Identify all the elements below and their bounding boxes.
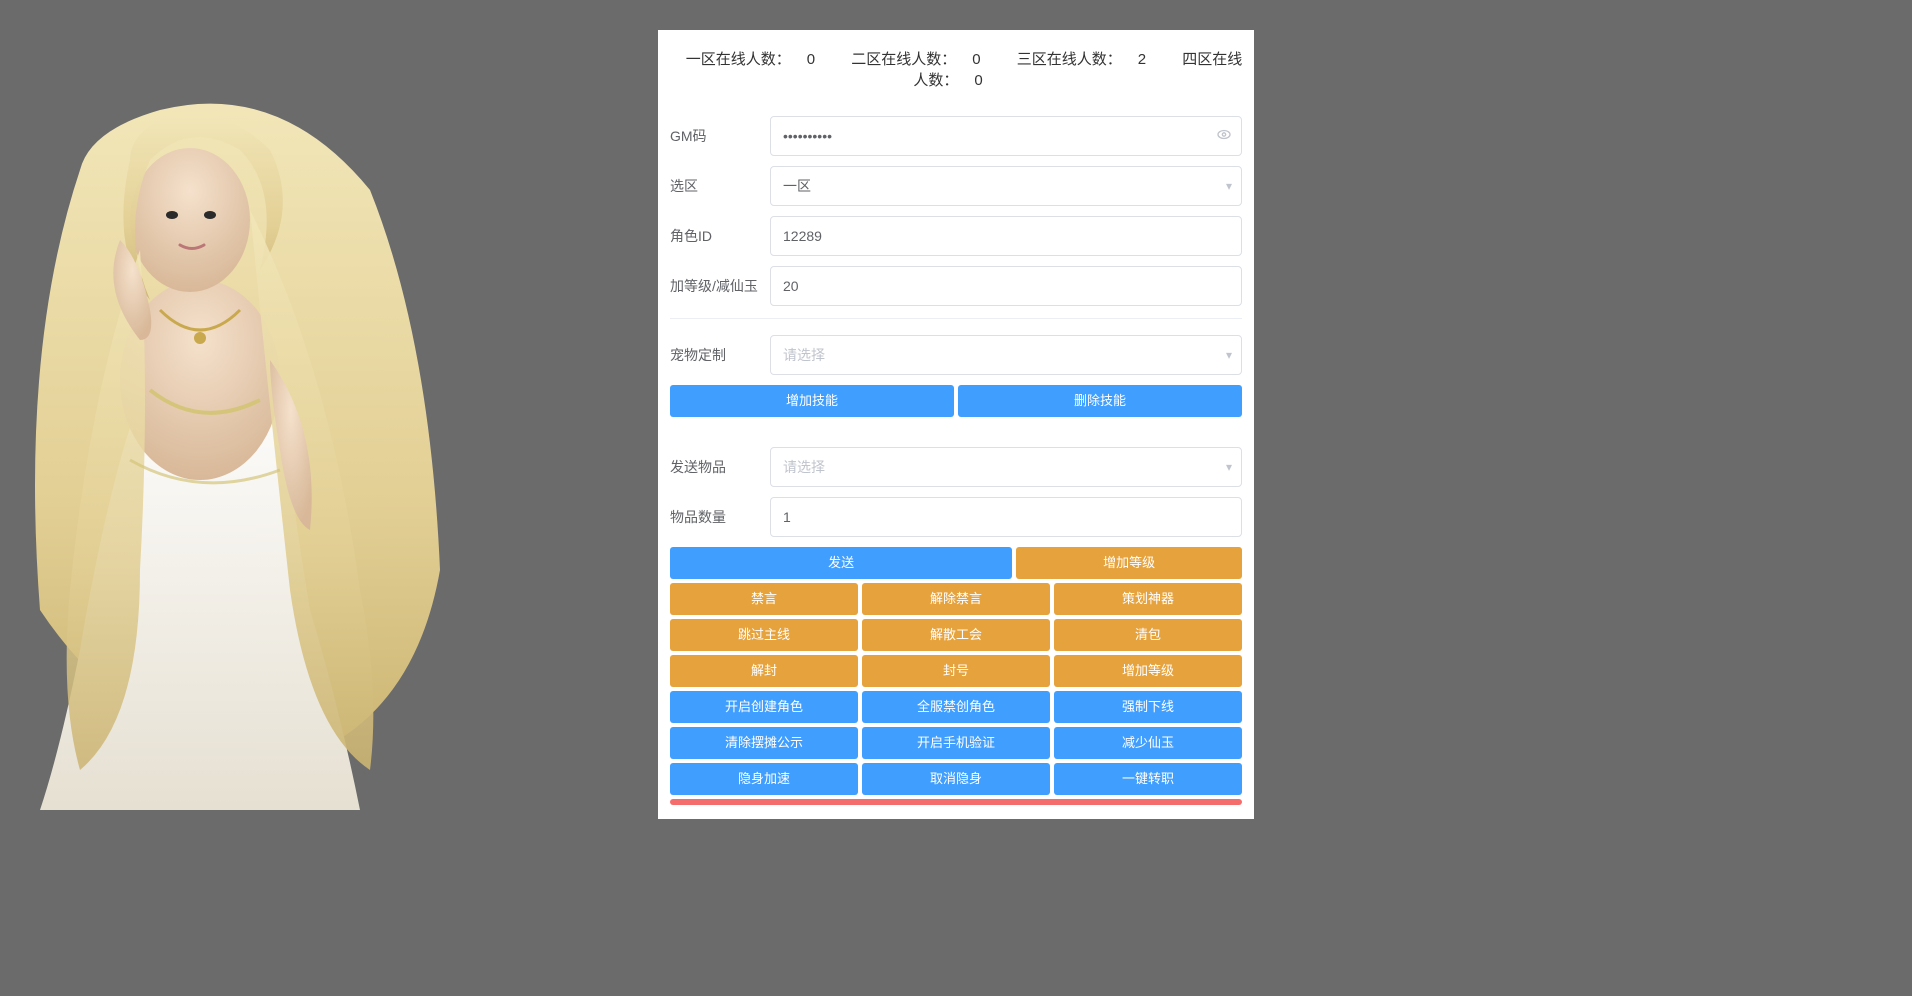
item-select[interactable]: 请选择 xyxy=(770,447,1242,487)
gm-code-label: GM码 xyxy=(670,126,770,146)
send-item-label: 发送物品 xyxy=(670,457,770,477)
role-id-input[interactable] xyxy=(770,216,1242,256)
ban-button[interactable]: 封号 xyxy=(862,655,1050,687)
clear-stall-button[interactable]: 清除摆摊公示 xyxy=(670,727,858,759)
open-phone-button[interactable]: 开启手机验证 xyxy=(862,727,1050,759)
divider xyxy=(670,318,1242,319)
add-level2-button[interactable]: 增加等级 xyxy=(1054,655,1242,687)
item-qty-label: 物品数量 xyxy=(670,507,770,527)
clear-bag-button[interactable]: 清包 xyxy=(1054,619,1242,651)
item-qty-input[interactable] xyxy=(770,497,1242,537)
forbid-create-button[interactable]: 全服禁创角色 xyxy=(862,691,1050,723)
disband-guild-button[interactable]: 解散工会 xyxy=(862,619,1050,651)
danger-button[interactable] xyxy=(670,799,1242,805)
open-create-button[interactable]: 开启创建角色 xyxy=(670,691,858,723)
mute-button[interactable]: 禁言 xyxy=(670,583,858,615)
zone3-status: 三区在线人数：2 xyxy=(1009,51,1154,68)
admin-panel: 一区在线人数：0 二区在线人数：0 三区在线人数：2 四区在线人数：0 GM码 … xyxy=(658,30,1254,819)
delete-skill-button[interactable]: 删除技能 xyxy=(958,385,1242,417)
force-offline-button[interactable]: 强制下线 xyxy=(1054,691,1242,723)
unban-button[interactable]: 解封 xyxy=(670,655,858,687)
zone-label: 选区 xyxy=(670,176,770,196)
eye-icon[interactable] xyxy=(1216,127,1232,146)
role-id-label: 角色ID xyxy=(670,226,770,246)
cancel-stealth-button[interactable]: 取消隐身 xyxy=(862,763,1050,795)
level-input[interactable] xyxy=(770,266,1242,306)
send-button[interactable]: 发送 xyxy=(670,547,1012,579)
one-key-job-button[interactable]: 一键转职 xyxy=(1054,763,1242,795)
add-skill-button[interactable]: 增加技能 xyxy=(670,385,954,417)
skip-main-button[interactable]: 跳过主线 xyxy=(670,619,858,651)
level-label: 加等级/减仙玉 xyxy=(670,276,770,296)
online-status-bar: 一区在线人数：0 二区在线人数：0 三区在线人数：2 四区在线人数：0 xyxy=(658,30,1254,102)
dec-jade-button[interactable]: 减少仙玉 xyxy=(1054,727,1242,759)
pet-label: 宠物定制 xyxy=(670,345,770,365)
pet-select[interactable]: 请选择 xyxy=(770,335,1242,375)
gm-code-input[interactable] xyxy=(770,116,1242,156)
zone1-status: 一区在线人数：0 xyxy=(678,51,823,68)
plan-weapon-button[interactable]: 策划神器 xyxy=(1054,583,1242,615)
character-artwork xyxy=(0,90,470,810)
unmute-button[interactable]: 解除禁言 xyxy=(862,583,1050,615)
add-level-button[interactable]: 增加等级 xyxy=(1016,547,1242,579)
stealth-speed-button[interactable]: 隐身加速 xyxy=(670,763,858,795)
zone-select[interactable]: 一区 xyxy=(770,166,1242,206)
zone2-status: 二区在线人数：0 xyxy=(843,51,988,68)
